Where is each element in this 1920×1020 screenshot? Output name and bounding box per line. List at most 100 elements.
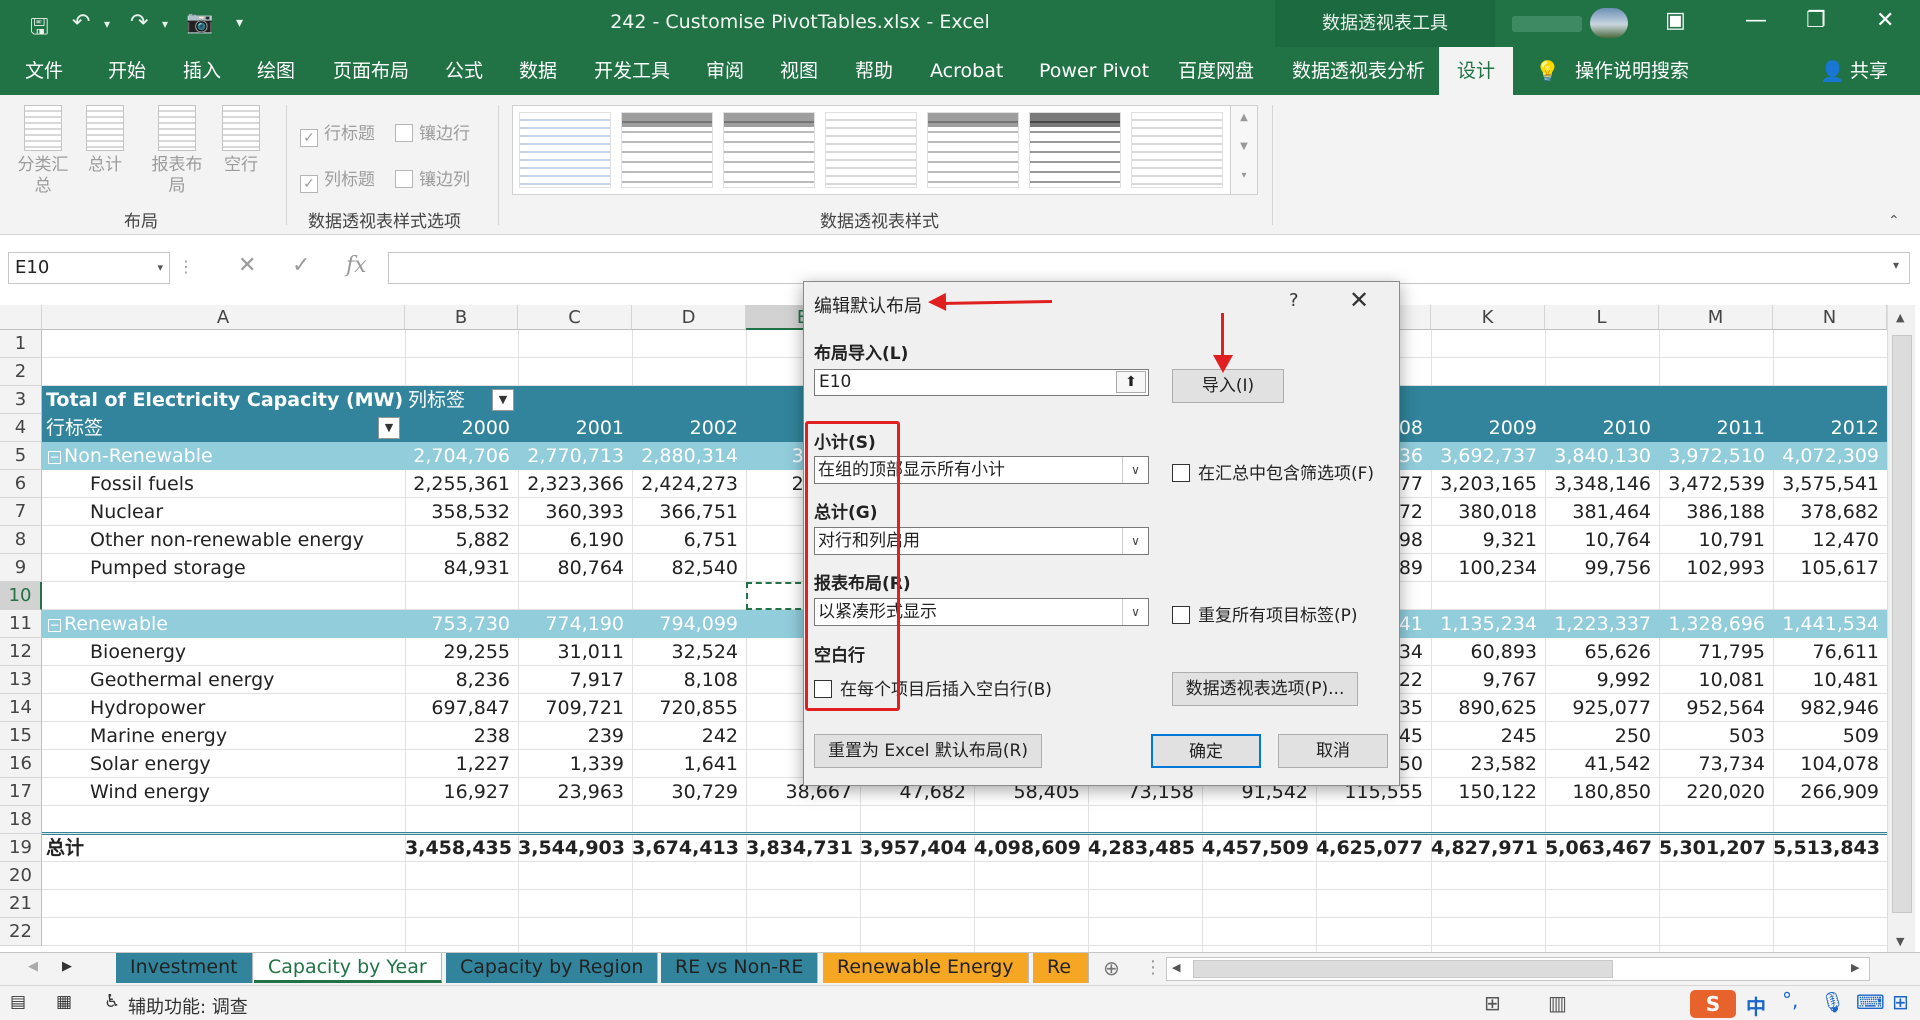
value-cell[interactable]: 952,564: [1659, 694, 1773, 722]
row-header[interactable]: 12: [0, 638, 42, 666]
repeat-labels-checkbox[interactable]: 重复所有项目标签(P): [1172, 601, 1358, 626]
value-cell[interactable]: 9,767: [1431, 666, 1545, 694]
row-header[interactable]: 21: [0, 890, 42, 918]
column-header[interactable]: D: [632, 305, 746, 330]
value-cell[interactable]: 8,236: [405, 666, 518, 694]
style-swatch[interactable]: [1029, 112, 1121, 188]
row-headers-checkbox[interactable]: ✓ 行标题: [300, 119, 375, 147]
grand-total-cell[interactable]: 4,625,077: [1316, 834, 1431, 862]
row-header[interactable]: 16: [0, 750, 42, 778]
value-cell[interactable]: 890,625: [1431, 694, 1545, 722]
page-layout-view-icon[interactable]: ▥: [1548, 991, 1567, 1015]
value-cell[interactable]: 150,122: [1431, 778, 1545, 806]
value-cell[interactable]: 709,721: [518, 694, 632, 722]
value-cell[interactable]: 3,472,539: [1659, 470, 1773, 498]
macro-record-icon[interactable]: ▦: [56, 992, 72, 1012]
group-subtotal-cell[interactable]: 2,880,314: [632, 442, 746, 470]
tab-acrobat[interactable]: Acrobat: [930, 47, 1003, 95]
value-cell[interactable]: 245: [1431, 722, 1545, 750]
style-swatch[interactable]: [621, 112, 713, 188]
value-cell[interactable]: 697,847: [405, 694, 518, 722]
row-header[interactable]: 10: [0, 582, 42, 610]
group-subtotal-cell[interactable]: 1,135,234: [1431, 610, 1545, 638]
value-cell[interactable]: 180,850: [1545, 778, 1659, 806]
horizontal-scroll-thumb[interactable]: [1193, 960, 1613, 978]
value-cell[interactable]: 84,931: [405, 554, 518, 582]
gallery-more-icon[interactable]: ▾: [1231, 170, 1257, 181]
row-header[interactable]: 4: [0, 414, 42, 442]
grand-total-cell[interactable]: 4,827,971: [1431, 834, 1545, 862]
scroll-down-icon[interactable]: ▼: [1896, 935, 1904, 948]
grand-totals-button[interactable]: 总计: [76, 105, 134, 176]
value-cell[interactable]: 3,348,146: [1545, 470, 1659, 498]
column-filter-dropdown[interactable]: ▼: [492, 389, 514, 411]
row-item-label[interactable]: Marine energy: [90, 722, 400, 750]
row-item-label[interactable]: Wind energy: [90, 778, 400, 806]
tab-data[interactable]: 数据: [519, 47, 557, 95]
value-cell[interactable]: 380,018: [1431, 498, 1545, 526]
accessibility-icon[interactable]: ♿: [104, 991, 120, 1012]
sheet-tab-re[interactable]: Re: [1033, 953, 1089, 983]
tab-pivot-analyze[interactable]: 数据透视表分析: [1292, 47, 1425, 95]
import-button[interactable]: 导入(I): [1172, 369, 1284, 403]
value-cell[interactable]: 65,626: [1545, 638, 1659, 666]
row-header[interactable]: 13: [0, 666, 42, 694]
row-header[interactable]: 17: [0, 778, 42, 806]
next-sheet-icon[interactable]: ▶: [62, 959, 72, 974]
style-swatch[interactable]: [1131, 112, 1223, 188]
banded-columns-checkbox[interactable]: 镶边列: [395, 165, 470, 190]
grand-total-cell[interactable]: 3,458,435: [405, 834, 518, 862]
tell-me-search[interactable]: 操作说明搜索: [1575, 47, 1689, 95]
column-header[interactable]: B: [405, 305, 518, 330]
confirm-entry-icon[interactable]: ✓: [292, 253, 310, 278]
insert-function-icon[interactable]: fx: [346, 253, 367, 278]
gallery-down-icon[interactable]: ▼: [1231, 141, 1257, 152]
grand-total-cell[interactable]: 4,283,485: [1088, 834, 1202, 862]
value-cell[interactable]: 2,323,366: [518, 470, 632, 498]
tab-formulas[interactable]: 公式: [445, 47, 483, 95]
sheet-tab-capacity-by-year[interactable]: Capacity by Year: [254, 953, 442, 983]
grand-total-cell[interactable]: 3,674,413: [632, 834, 746, 862]
value-cell[interactable]: 32,524: [632, 638, 746, 666]
group-subtotal-cell[interactable]: 1,328,696: [1659, 610, 1773, 638]
tab-review[interactable]: 审阅: [706, 47, 744, 95]
value-cell[interactable]: 3,203,165: [1431, 470, 1545, 498]
row-header[interactable]: 20: [0, 862, 42, 890]
row-item-label[interactable]: Geothermal energy: [90, 666, 400, 694]
tab-page-layout[interactable]: 页面布局: [333, 47, 409, 95]
value-cell[interactable]: 76,611: [1773, 638, 1887, 666]
name-box[interactable]: E10 ▾: [8, 252, 170, 284]
expand-formula-icon[interactable]: ▾: [1893, 258, 1899, 272]
group-subtotal-cell[interactable]: 4,072,309: [1773, 442, 1887, 470]
avatar[interactable]: [1590, 8, 1628, 38]
value-cell[interactable]: 6,190: [518, 526, 632, 554]
value-cell[interactable]: 8,108: [632, 666, 746, 694]
value-cell[interactable]: 23,963: [518, 778, 632, 806]
value-cell[interactable]: 238: [405, 722, 518, 750]
tab-home[interactable]: 开始: [108, 47, 146, 95]
value-cell[interactable]: 30,729: [632, 778, 746, 806]
column-header[interactable]: N: [1773, 305, 1887, 330]
collapse-dialog-icon[interactable]: ⬆: [1116, 371, 1146, 393]
row-header[interactable]: 15: [0, 722, 42, 750]
row-header[interactable]: 5: [0, 442, 42, 470]
prev-sheet-icon[interactable]: ◀: [28, 959, 38, 974]
row-item-label[interactable]: Pumped storage: [90, 554, 400, 582]
value-cell[interactable]: 29,255: [405, 638, 518, 666]
blank-rows-button[interactable]: 空行: [212, 105, 270, 176]
tab-baidu-netdisk[interactable]: 百度网盘: [1178, 47, 1254, 95]
value-cell[interactable]: 2,255,361: [405, 470, 518, 498]
value-cell[interactable]: 16,927: [405, 778, 518, 806]
include-filtered-checkbox[interactable]: 在汇总中包含筛选项(F): [1172, 459, 1374, 484]
value-cell[interactable]: 1,339: [518, 750, 632, 778]
restore-icon[interactable]: ❐: [1806, 8, 1826, 33]
subtotals-button[interactable]: 分类汇总: [14, 105, 72, 197]
close-icon[interactable]: ✕: [1876, 8, 1894, 33]
value-cell[interactable]: 105,617: [1773, 554, 1887, 582]
ok-button[interactable]: 确定: [1151, 734, 1261, 768]
style-swatch[interactable]: [519, 112, 611, 188]
value-cell[interactable]: 366,751: [632, 498, 746, 526]
tab-developer[interactable]: 开发工具: [594, 47, 670, 95]
value-cell[interactable]: 503: [1659, 722, 1773, 750]
group-label[interactable]: − Non-Renewable: [48, 442, 398, 470]
